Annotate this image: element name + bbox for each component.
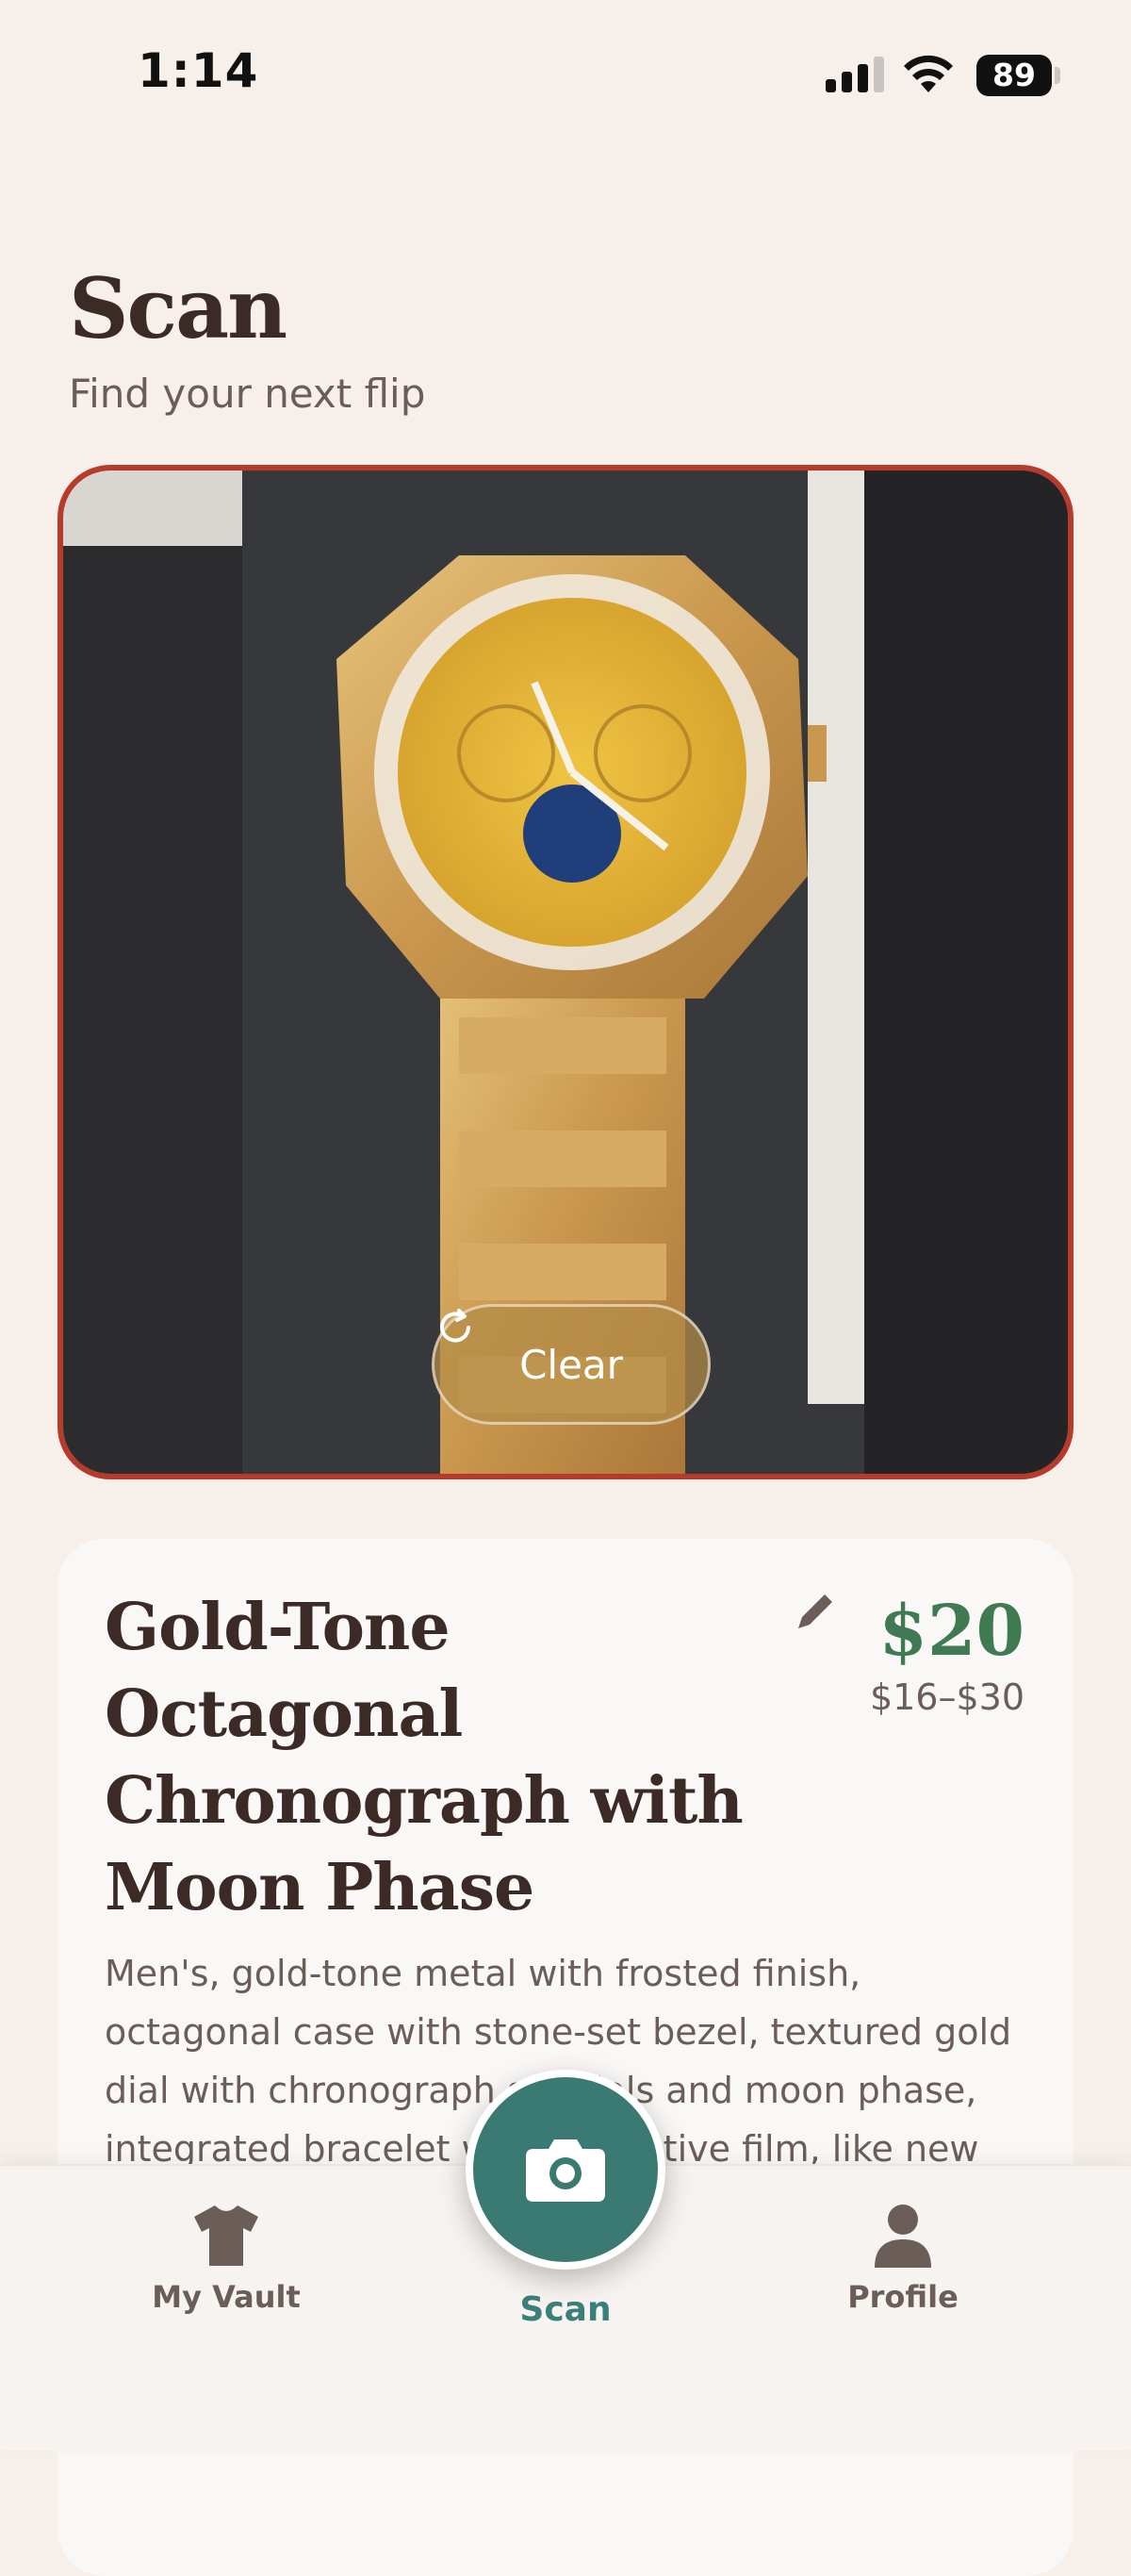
tab-label-profile: Profile	[847, 2279, 959, 2315]
camera-icon	[526, 2139, 605, 2202]
tab-label-scan: Scan	[519, 2290, 612, 2329]
person-icon	[875, 2204, 931, 2268]
camera-scan-button[interactable]	[466, 2070, 665, 2270]
price-range: $16–$30	[869, 1676, 1024, 1718]
wifi-icon	[904, 55, 953, 92]
page-title: Scan	[69, 259, 287, 357]
pencil-icon[interactable]	[793, 1589, 838, 1634]
page-subtitle: Find your next flip	[69, 371, 426, 417]
battery-nub	[1055, 67, 1060, 84]
shirt-icon	[194, 2205, 258, 2266]
scanned-photo: Clear	[57, 465, 1074, 1479]
item-title: Gold-Tone Octagonal Chronograph with Moo…	[105, 1590, 744, 1925]
clear-label: Clear	[519, 1341, 623, 1388]
status-bar: 1:14 89	[0, 0, 1131, 141]
price-estimate: $20	[878, 1591, 1024, 1672]
tab-profile[interactable]: Profile	[771, 2204, 1035, 2315]
tab-scan[interactable]: Scan	[434, 2279, 697, 2329]
refresh-icon	[440, 1309, 470, 1343]
tab-label-my-vault: My Vault	[152, 2279, 301, 2315]
clear-button[interactable]: Clear	[432, 1304, 711, 1425]
battery-icon: 89	[976, 55, 1052, 96]
status-time: 1:14	[138, 43, 259, 98]
tab-my-vault[interactable]: My Vault	[94, 2204, 358, 2315]
signal-icon	[826, 57, 884, 92]
